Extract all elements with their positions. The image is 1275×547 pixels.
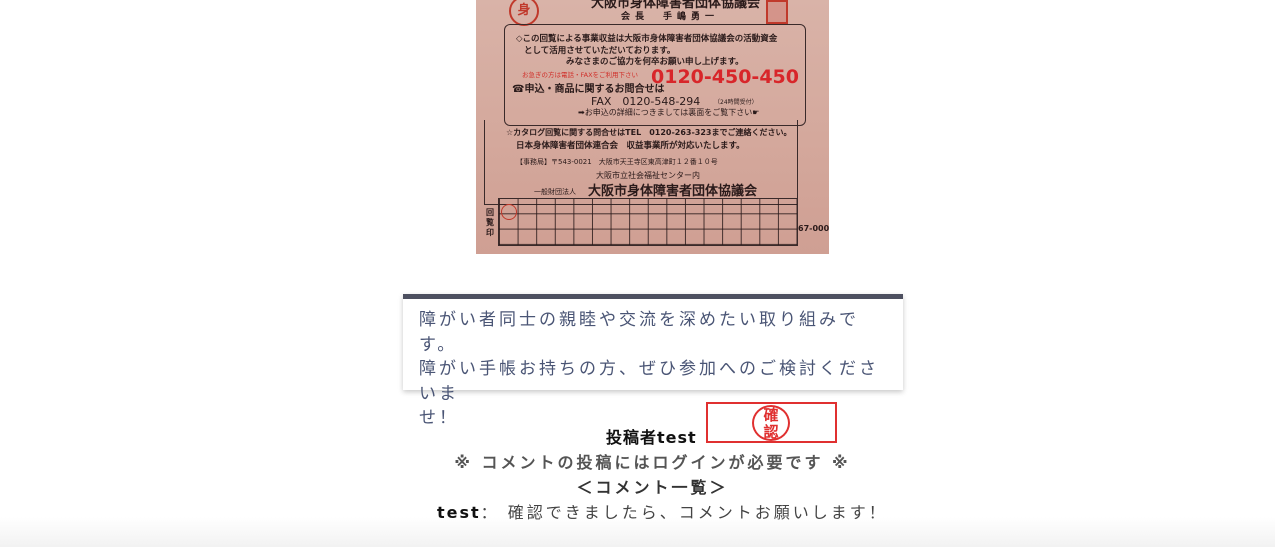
doc-phone: 0120-450-450: [651, 66, 799, 88]
comment-list-header: ＜コメント一覧＞: [576, 478, 729, 497]
doc-assoc: 大阪市身体障害者団体協議会: [588, 184, 758, 199]
doc-catalog2: 日本身体障害者団体連合会 収益事業所が対応いたします。: [516, 141, 745, 151]
doc-fax-note: （24時間受付）: [714, 99, 758, 106]
chair-seal: [766, 0, 788, 24]
doc-catalog: ☆カタログ回覧に関する問合せはTEL 0120-263-323までご連絡ください…: [506, 128, 792, 137]
confirm-stamp: 確 認: [706, 402, 837, 443]
doc-code: 67-000: [798, 224, 829, 233]
notice-document-image: 身 大阪市身体障害者団体協議会 会長 手嶋勇一 ◇この回覧による事業収益は大阪市…: [476, 0, 829, 254]
seal-stamp: 身: [509, 0, 539, 26]
bottom-fade: [0, 517, 1275, 547]
message-line: 障がい者同士の親睦や交流を深めたい取り組みです。: [419, 310, 859, 355]
doc-office: 【事務局】〒543-0021 大阪市天王寺区東高津町１２番１０号: [516, 158, 718, 166]
grid-label: 回覧印: [486, 208, 494, 237]
poster-label: 投稿者test: [606, 428, 697, 447]
grid-seal: [501, 204, 517, 220]
doc-chair: 会長 手嶋勇一: [621, 12, 720, 22]
circulation-stamp-grid: [498, 198, 798, 246]
message-card: 障がい者同士の親睦や交流を深めたい取り組みです。 障がい手帳お持ちの方、ぜひ参加…: [403, 294, 903, 428]
message-line: 障がい手帳お持ちの方、ぜひ参加へのご検討くださいま: [419, 359, 879, 404]
doc-line: ◇この回覧による事業収益は大阪市身体障害者団体協議会の活動資金: [516, 34, 778, 44]
doc-red-note: お急ぎの方は電話・FAXをご利用下さい: [522, 71, 639, 79]
doc-assoc-type: 一般財団法人: [534, 188, 576, 196]
doc-detail: ➡お申込の詳細につきましては裏面をご覧下さい☛: [578, 108, 760, 117]
confirm-stamp-text: 確 認: [752, 405, 790, 441]
login-notice: ※ コメントの投稿にはログインが必要です ※: [454, 453, 851, 472]
